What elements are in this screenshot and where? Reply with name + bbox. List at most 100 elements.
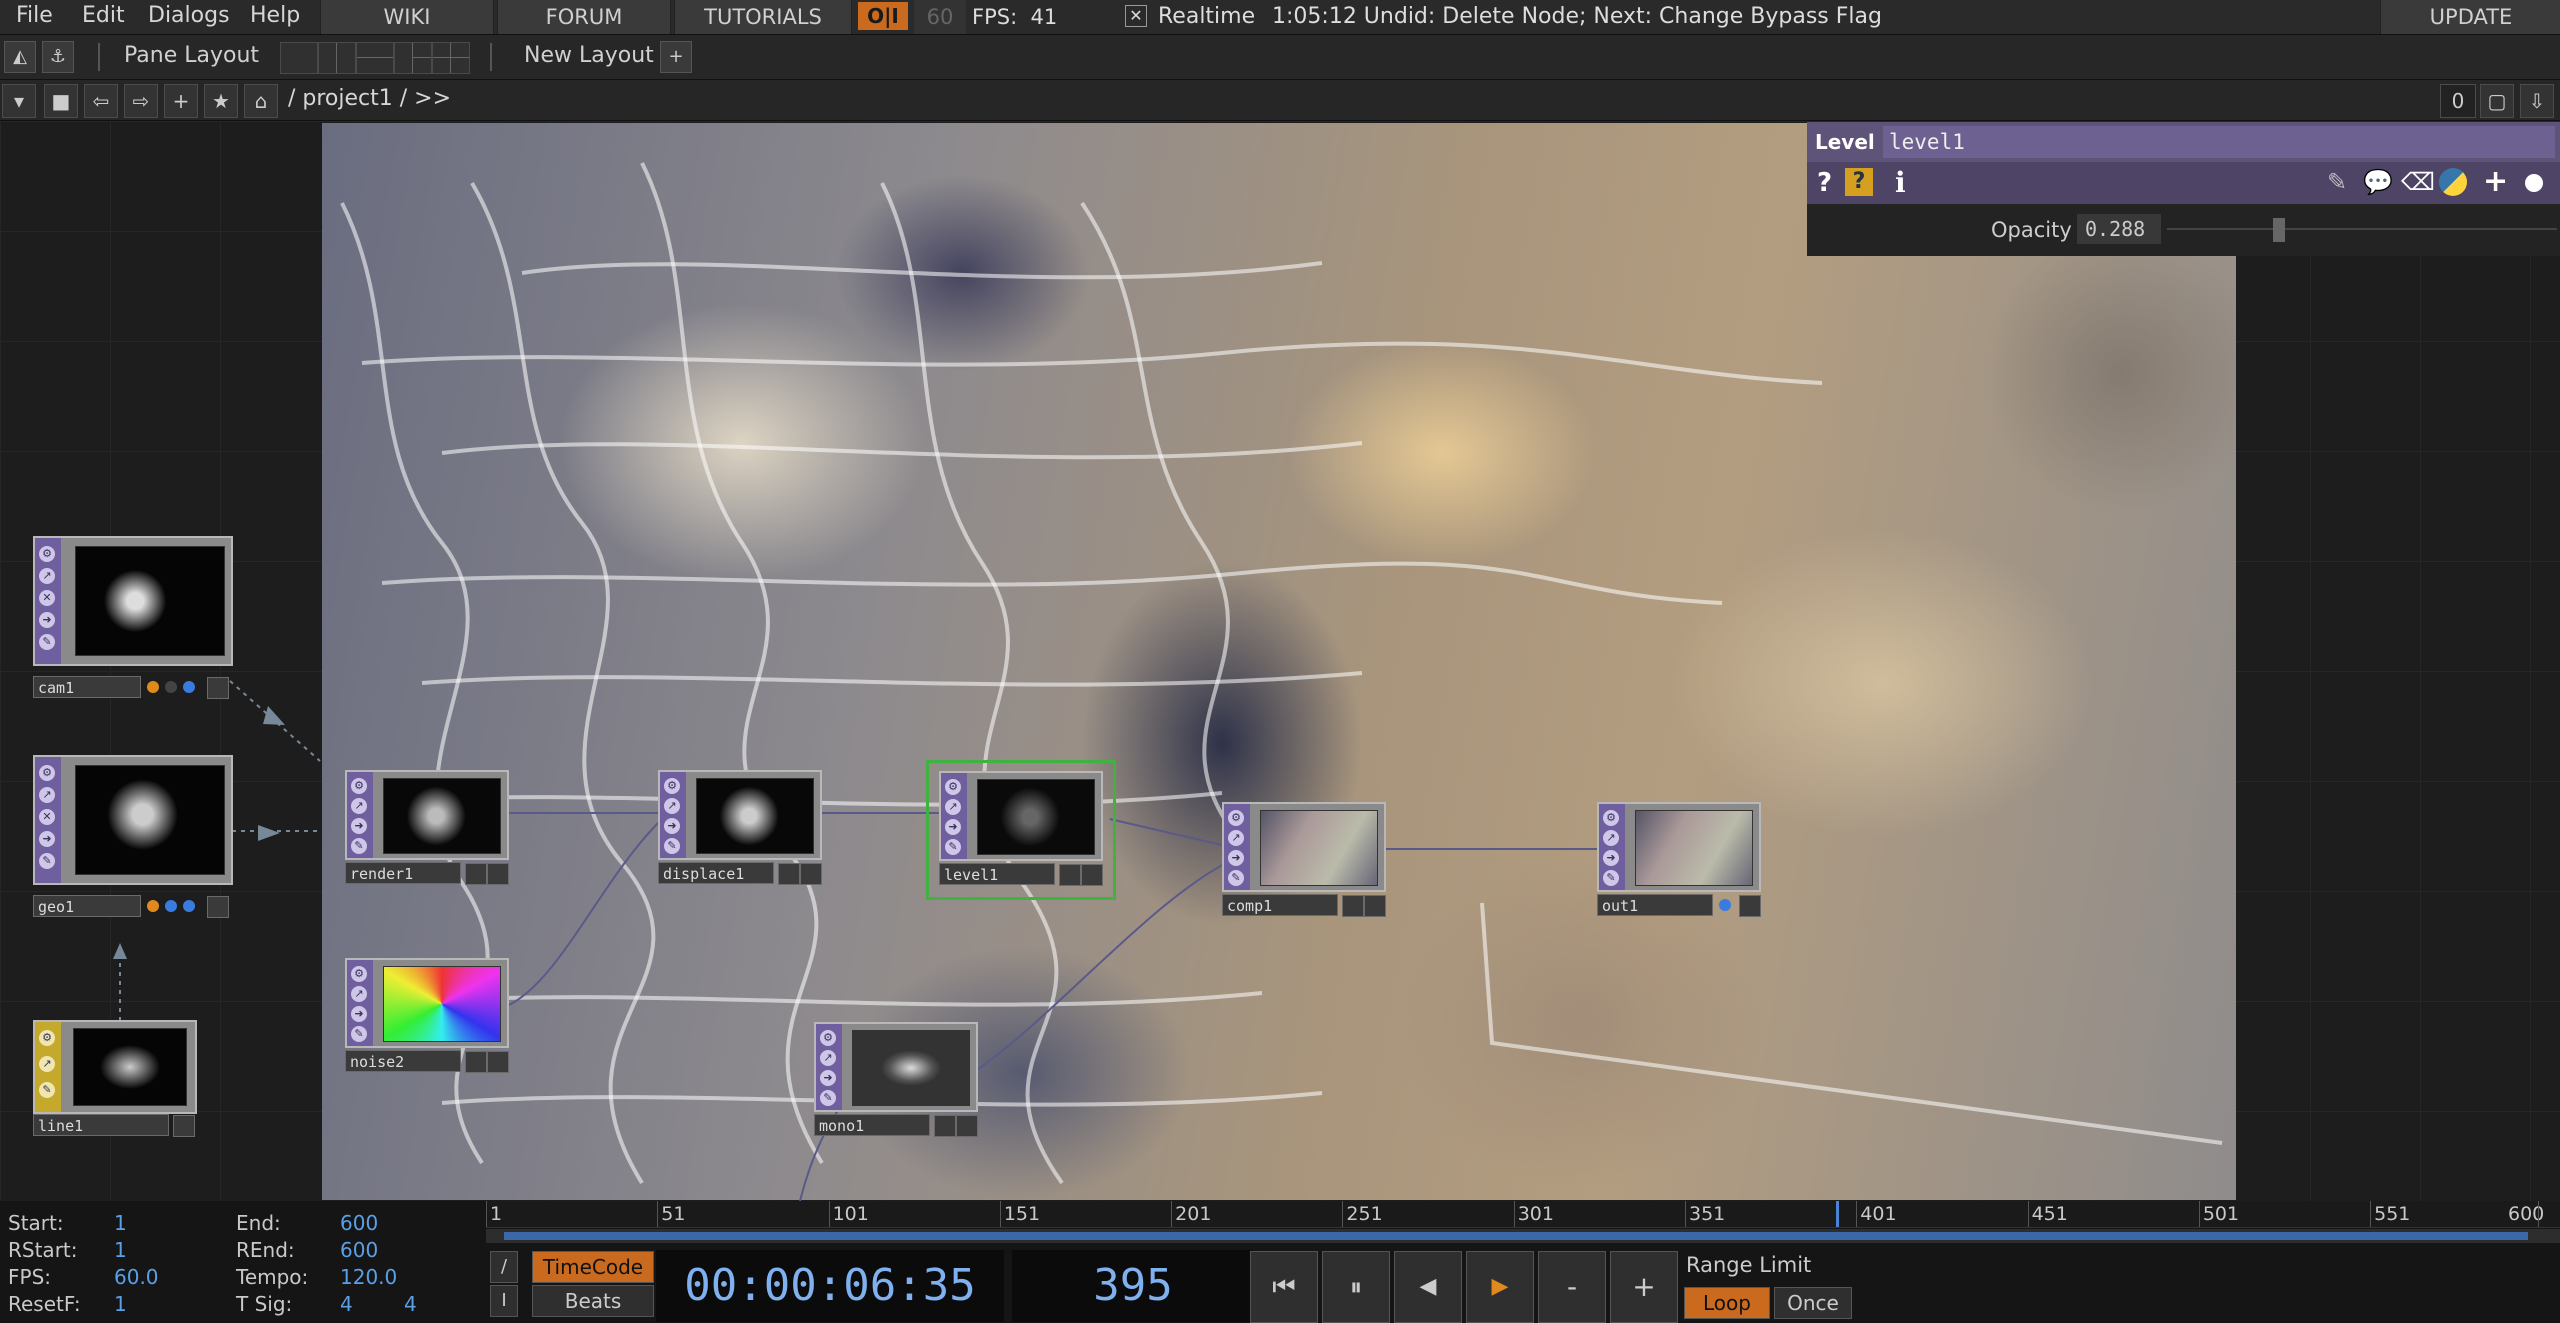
start-value[interactable]: 1 [114,1211,127,1235]
new-layout-label[interactable]: New Layout [524,43,654,68]
home-icon[interactable]: ⌂ [244,84,278,118]
tsig-denominator[interactable]: 4 [404,1292,417,1316]
node-thumbnail [977,779,1095,855]
network-view-icon[interactable]: ◭ [4,41,36,73]
layout-four-pane-icon[interactable] [432,42,470,74]
network-path[interactable]: / project1 / >> [288,86,451,111]
tempo-value[interactable]: 120.0 [340,1265,397,1289]
node-flag-icon[interactable] [207,677,229,699]
node-flag-icon[interactable] [934,1115,956,1137]
timecode-display[interactable]: 00:00:06:35 [656,1250,1004,1322]
rend-value[interactable]: 600 [340,1238,378,1262]
chevron-down-icon[interactable]: ▾ [2,84,36,118]
timeline-tick-label: 51 [661,1203,686,1225]
loop-button[interactable]: Loop [1684,1287,1770,1319]
node-mono1[interactable]: ⚙ ↗ ➜ ✎ mono1 [814,1022,979,1137]
beats-button[interactable]: Beats [532,1285,654,1317]
operator-name-field[interactable]: level1 [1883,126,2555,158]
add-layout-button[interactable]: + [660,41,692,73]
node-render1[interactable]: ⚙ ↗ ➜ ✎ render1 [345,770,510,885]
add-icon[interactable]: + [164,84,198,118]
tutorials-button[interactable]: TUTORIALS [674,0,852,34]
edit-icon[interactable]: ✎ [2327,168,2347,196]
node-flag-icon[interactable] [778,863,800,885]
rstart-value[interactable]: 1 [114,1238,127,1262]
fps-value[interactable]: 60.0 [114,1265,159,1289]
back-arrow-icon[interactable]: ⇦ [84,84,118,118]
update-button[interactable]: UPDATE [2380,0,2560,34]
node-flag-icon[interactable] [1081,864,1103,886]
play-backward-icon[interactable]: ◀ [1394,1251,1462,1323]
layout-split-horizontal-icon[interactable] [356,42,394,74]
node-flag-icon[interactable] [800,863,822,885]
cook-toggle-button[interactable]: O|I [858,2,908,30]
menu-file[interactable]: File [16,0,53,34]
add-icon[interactable]: + [2483,164,2508,199]
node-out1[interactable]: ⚙ ↗ ➜ ✎ out1 [1597,802,1762,917]
pause-icon[interactable]: ⏸ [1322,1251,1390,1323]
end-value[interactable]: 600 [340,1211,378,1235]
node-flag-icon[interactable] [1059,864,1081,886]
node-comp1[interactable]: ⚙ ↗ ➜ ✎ comp1 [1222,802,1387,917]
opacity-slider-track[interactable] [2167,228,2557,230]
node-flag-icon[interactable] [487,863,509,885]
frame-display[interactable]: 395 [1012,1250,1254,1322]
info-icon[interactable]: i [1895,166,1906,199]
tsig-numerator[interactable]: 4 [340,1292,353,1316]
node-flag-icon[interactable] [465,863,487,885]
node-flag-icon[interactable] [1342,895,1364,917]
timecode-button[interactable]: TimeCode [532,1251,654,1283]
forum-button[interactable]: FORUM [497,0,671,34]
layout-three-pane-icon[interactable] [394,42,432,74]
timeline-tick-label: 151 [1003,1203,1041,1225]
playhead[interactable] [1835,1201,1839,1227]
node-line1[interactable]: ⚙ ↗ ✎ line1 [33,1020,197,1138]
node-flag-icon[interactable] [173,1115,195,1137]
step-forward-button[interactable]: + [1610,1251,1678,1323]
step-back-button[interactable]: - [1538,1251,1606,1323]
menu-dialogs[interactable]: Dialogs [148,0,230,34]
maximize-icon[interactable]: ▢ [2480,84,2514,118]
layout-split-vertical-icon[interactable] [318,42,356,74]
menu-help[interactable]: Help [250,0,300,34]
node-flag-icon[interactable] [1739,895,1761,917]
panel-view-icon[interactable]: ⚓ [42,41,74,73]
resetf-value[interactable]: 1 [114,1292,127,1316]
stop-icon[interactable]: ■ [44,84,78,118]
node-flag-icon[interactable] [465,1051,487,1073]
python-help-icon[interactable]: ? [1845,168,1873,196]
menu-edit[interactable]: Edit [82,0,125,34]
python-icon[interactable] [2439,168,2467,196]
help-icon[interactable]: ? [1817,168,1832,198]
star-icon[interactable]: ★ [204,84,238,118]
download-icon[interactable]: ⇩ [2520,84,2554,118]
eraser-icon[interactable]: ⌫ [2401,168,2435,196]
node-flag-icon[interactable] [956,1115,978,1137]
node-flag-icon[interactable] [207,896,229,918]
node-cam1[interactable]: ⚙ ↗ ✕ ➜ ✎ cam1 [33,536,233,699]
opacity-value-field[interactable]: 0.288 [2077,214,2161,244]
comment-icon[interactable]: 💬 [2363,168,2393,196]
rewind-icon[interactable]: ⏮ [1250,1251,1318,1323]
opacity-slider-handle[interactable] [2273,218,2286,242]
timeline-tick-label: 401 [1860,1203,1897,1225]
node-flag-icon[interactable] [1364,895,1386,917]
layout-single-icon[interactable] [280,42,318,74]
node-geo1[interactable]: ⚙ ↗ ✕ ➜ ✎ geo1 [33,755,233,918]
node-flag-icon[interactable] [487,1051,509,1073]
wiki-button[interactable]: WIKI [320,0,494,34]
node-noise2[interactable]: ⚙ ↗ ➜ ✎ noise2 [345,958,510,1073]
slash-button[interactable]: / [490,1251,518,1283]
once-button[interactable]: Once [1774,1287,1852,1319]
node-displace1[interactable]: ⚙ ↗ ➜ ✎ displace1 [658,770,823,885]
play-forward-icon[interactable]: ▶ [1466,1251,1534,1323]
forward-arrow-icon[interactable]: ⇨ [124,84,158,118]
node-level1[interactable]: ⚙ ↗ ➜ ✎ level1 [926,760,1116,900]
record-icon[interactable] [2525,174,2543,192]
realtime-checkbox[interactable]: ✕ [1125,5,1147,27]
timeline-track[interactable] [486,1229,2560,1243]
bar-button[interactable]: I [490,1285,518,1317]
fps-cap-field[interactable]: 60 [914,0,966,34]
counter-field[interactable]: 0 [2440,84,2476,118]
timeline-ruler[interactable]: 1 51 101 151 201 251 301 351 401 451 501 551 600 [486,1201,2560,1228]
